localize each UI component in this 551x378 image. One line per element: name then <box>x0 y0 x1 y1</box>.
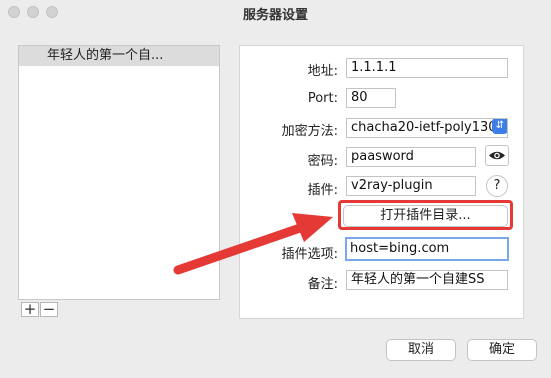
title-bar: 服务器设置 <box>0 0 551 24</box>
remark-label: 备注: <box>307 277 338 292</box>
show-password-button[interactable] <box>485 145 509 166</box>
plugin-field[interactable]: v2ray-plugin <box>346 176 476 196</box>
window-title: 服务器设置 <box>242 8 308 23</box>
chevron-updown-icon: ⇵ <box>492 119 507 134</box>
server-list[interactable]: 年轻人的第一个自... <box>18 45 220 300</box>
address-field[interactable]: 1.1.1.1 <box>346 58 508 78</box>
password-label: 密码: <box>307 154 338 169</box>
plugin-options-field[interactable]: host=bing.com <box>345 237 509 261</box>
server-list-item[interactable]: 年轻人的第一个自... <box>19 46 219 66</box>
encryption-select[interactable]: chacha20-ietf-poly1305 ⇵ <box>346 118 508 138</box>
highlight-box <box>338 200 513 230</box>
encryption-label: 加密方法: <box>281 124 338 139</box>
remark-field[interactable]: 年轻人的第一个自建SS <box>346 270 508 290</box>
help-button[interactable]: ? <box>486 175 508 197</box>
port-label: Port: <box>307 91 338 106</box>
plugin-options-label: 插件选项: <box>281 247 338 262</box>
encryption-value: chacha20-ietf-poly1305 <box>351 120 505 135</box>
add-server-button[interactable]: + <box>21 302 39 317</box>
ok-button[interactable]: 确定 <box>467 339 537 361</box>
port-field[interactable]: 80 <box>346 88 396 108</box>
password-field[interactable]: paasword <box>346 147 476 167</box>
cancel-button[interactable]: 取消 <box>386 339 456 361</box>
eye-icon <box>489 151 505 160</box>
remove-server-button[interactable]: − <box>40 302 58 317</box>
address-label: 地址: <box>307 64 338 79</box>
plugin-label: 插件: <box>307 183 338 198</box>
